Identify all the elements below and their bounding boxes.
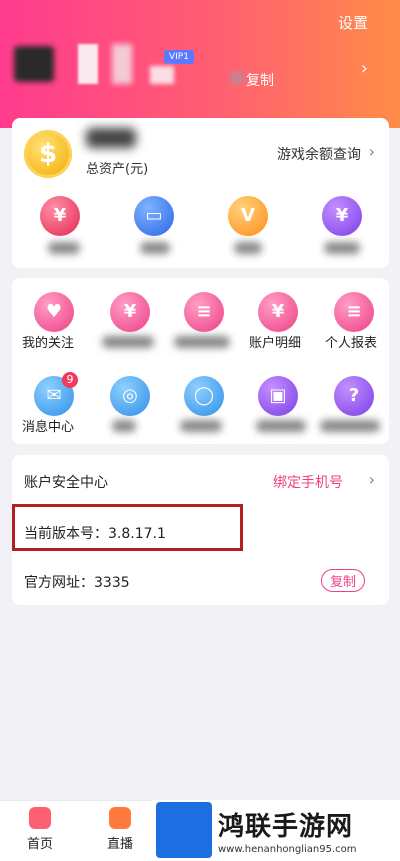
home-icon [29,807,51,829]
action-label-blurred [324,242,360,254]
nav-live[interactable]: 直播 [100,807,140,852]
action-label-blurred [234,242,262,254]
action-label-blurred [48,242,80,254]
account-detail-icon[interactable]: ¥ [258,292,298,332]
watermark-url: www.henanhonglian95.com [218,844,357,855]
watermark: 鸿联手游网 www.henanhonglian95.com [152,800,400,861]
service-label-blurred [256,420,306,432]
game-balance-query-link[interactable]: 游戏余额查询 [277,144,361,164]
video-icon [109,807,131,829]
copy-website-button[interactable]: 复制 [320,569,365,592]
money-bag-icon[interactable]: ¥ [40,196,80,236]
security-center-label[interactable]: 账户安全中心 [24,472,108,492]
user-id-blurred [150,66,174,84]
service-label[interactable]: 消息中心 [22,416,74,435]
avatar[interactable] [14,46,54,82]
bonus-icon[interactable]: ¥ [322,196,362,236]
watermark-logo-icon [156,802,212,858]
action-label-blurred [140,242,170,254]
balance-blurred [86,128,136,148]
service-label[interactable]: 账户明细 [249,332,301,351]
record-icon[interactable]: ≡ [184,292,224,332]
services-grid: ♥ 我的关注 ¥ ≡ ¥ 账户明细 ≡ 个人报表 ✉ 9 消息中心 ◎ ◯ ▣ … [12,278,389,444]
username-blurred [78,44,98,84]
service-label-blurred [102,336,154,348]
service-label-blurred [180,420,222,432]
report-icon[interactable]: ≡ [334,292,374,332]
service-label[interactable]: 个人报表 [325,332,377,351]
bind-phone-link[interactable]: 绑定手机号 [273,472,343,492]
message-count-badge: 9 [62,372,78,388]
watermark-title: 鸿联手游网 [218,812,354,842]
chevron-right-icon[interactable]: › [369,142,375,161]
card-icon[interactable]: ¥ [110,292,150,332]
id-card-icon[interactable]: ▣ [258,376,298,416]
website-label: 官方网址：3335 [24,575,130,591]
username-blurred-2 [112,44,132,84]
nav-home[interactable]: 首页 [20,807,60,852]
bank-card-icon[interactable]: ▭ [134,196,174,236]
version-highlight-box [12,504,243,551]
chevron-right-icon[interactable]: › [361,58,368,79]
assets-card: $ 总资产(元) 游戏余额查询 › ¥ ▭ V ¥ [12,118,389,268]
nav-home-label: 首页 [26,837,53,852]
heart-plus-icon[interactable]: ♥ [34,292,74,332]
chevron-right-icon[interactable]: › [369,470,375,489]
settings-button[interactable]: 设置 [338,12,368,33]
copy-id-button[interactable]: 复制 [246,70,274,90]
user-id-blurred-2 [230,72,244,84]
service-label-blurred [174,336,230,348]
service-label-blurred [112,420,136,432]
chip-icon[interactable]: ◎ [110,376,150,416]
service-label[interactable]: 我的关注 [22,332,74,351]
headset-icon[interactable]: ◯ [184,376,224,416]
service-label-blurred [320,420,380,432]
vip-badge: VIP1 [164,50,194,64]
vip-diamond-icon[interactable]: V [228,196,268,236]
coin-icon: $ [24,130,72,178]
nav-live-label: 直播 [106,837,133,852]
total-assets-label: 总资产(元) [86,162,149,177]
help-icon[interactable]: ? [334,376,374,416]
profile-header: 设置 VIP1 复制 › [0,0,400,128]
